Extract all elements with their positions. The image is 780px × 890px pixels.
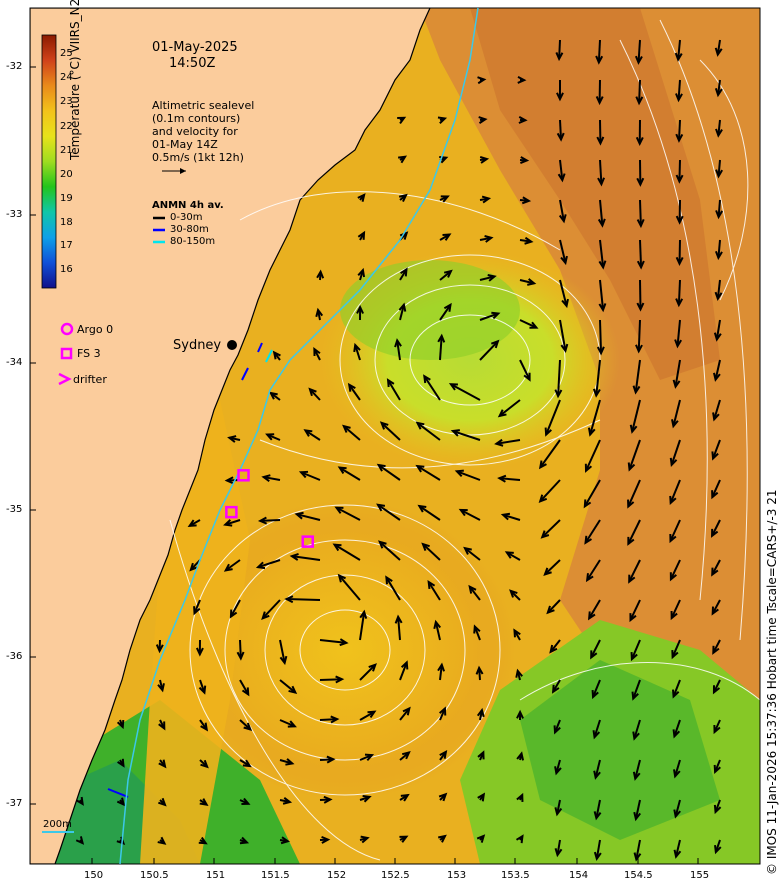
velocity-arrow bbox=[599, 319, 603, 354]
lon-label: 154 bbox=[569, 870, 589, 881]
lat-label: -32 bbox=[6, 61, 23, 72]
anmn-title: ANMN 4h av. bbox=[152, 200, 224, 211]
sst-map bbox=[29, 7, 761, 865]
lon-label: 155 bbox=[690, 870, 710, 881]
altimetry-note-line-4: 0.5m/s (1kt 12h) bbox=[152, 151, 244, 164]
altimetry-note-line-3: 01-May 14Z bbox=[152, 138, 218, 151]
sydney-label: Sydney bbox=[173, 338, 222, 353]
fs-legend-label: FS 3 bbox=[77, 347, 101, 360]
lon-label: 151 bbox=[206, 870, 226, 881]
velocity-arrow bbox=[639, 279, 642, 310]
anmn-item-0: 0-30m bbox=[170, 212, 203, 223]
lon-label: 151.5 bbox=[261, 870, 290, 881]
lon-label: 152.5 bbox=[381, 870, 410, 881]
colorbar-tick: 18 bbox=[60, 217, 73, 228]
velocity-arrow bbox=[678, 159, 681, 182]
anmn-item-1: 30-80m bbox=[170, 224, 209, 235]
drifter-legend-label: drifter bbox=[73, 373, 107, 386]
altimetry-note-line-2: and velocity for bbox=[152, 125, 238, 138]
altimetry-note-line-0: Altimetric sealevel bbox=[152, 99, 255, 112]
lat-label: -36 bbox=[6, 651, 23, 662]
lon-label: 153 bbox=[447, 870, 467, 881]
altimetry-note-line-1: (0.1m contours) bbox=[152, 112, 241, 125]
velocity-arrow bbox=[639, 199, 642, 226]
lat-label: -37 bbox=[6, 798, 23, 809]
lat-label: -35 bbox=[6, 504, 23, 515]
map-time: 14:50Z bbox=[169, 56, 216, 71]
lon-label: 153.5 bbox=[501, 870, 530, 881]
velocity-arrow bbox=[637, 319, 641, 352]
colorbar bbox=[41, 34, 57, 289]
lat-label: -34 bbox=[6, 357, 23, 368]
lat-label: -33 bbox=[6, 209, 23, 220]
velocity-arrow bbox=[286, 598, 321, 601]
lon-label: 152 bbox=[327, 870, 347, 881]
colorbar-tick: 20 bbox=[60, 169, 73, 180]
map-date: 01-May-2025 bbox=[152, 40, 238, 55]
colorbar-label: Temperature (°C) VIIRS_N20 15% ql>=4 bbox=[68, 0, 82, 160]
anmn-item-2: 80-150m bbox=[170, 236, 216, 247]
colorbar-tick: 19 bbox=[60, 193, 73, 204]
colorbar-tick: 17 bbox=[60, 240, 73, 251]
argo-legend-label: Argo 0 bbox=[77, 323, 114, 336]
lon-label: 154.5 bbox=[624, 870, 653, 881]
lon-label: 150 bbox=[84, 870, 104, 881]
velocity-arrow bbox=[639, 239, 643, 268]
copyright-text: © IMOS 11-Jan-2026 15:37:36 Hobart time … bbox=[765, 489, 779, 875]
lon-label: 150.5 bbox=[140, 870, 169, 881]
sydney-marker bbox=[227, 340, 237, 350]
isobath-label: 200m bbox=[43, 819, 72, 830]
colorbar-tick: 16 bbox=[60, 264, 73, 275]
